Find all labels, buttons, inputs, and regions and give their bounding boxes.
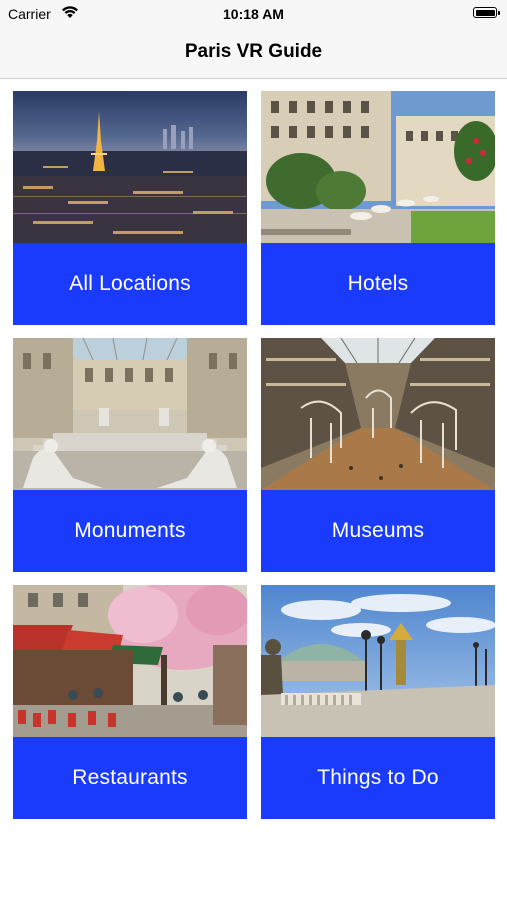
tile-label-box: Monuments (13, 490, 247, 572)
battery-icon (473, 7, 500, 18)
tile-label-box: Restaurants (13, 737, 247, 819)
cafe-terrace-cherry-blossom-photo (13, 585, 247, 737)
tile-label: All Locations (69, 272, 191, 295)
category-tile-hotels[interactable]: Hotels (261, 91, 495, 325)
category-tile-monuments[interactable]: Monuments (13, 338, 247, 572)
tile-label-box: Museums (261, 490, 495, 572)
tile-label: Hotels (347, 272, 409, 295)
category-tile-museums[interactable]: Museums (261, 338, 495, 572)
category-tile-restaurants[interactable]: Restaurants (13, 585, 247, 819)
tile-label: Restaurants (72, 766, 188, 789)
category-tile-all-locations[interactable]: All Locations (13, 91, 247, 325)
page-title: Paris VR Guide (184, 41, 323, 62)
tile-label-box: All Locations (13, 243, 247, 325)
paris-eiffel-tower-night-photo (13, 91, 247, 243)
navigation-bar: Paris VR Guide (0, 28, 507, 79)
category-tile-things-to-do[interactable]: Things to Do (261, 585, 495, 819)
tile-label: Things to Do (317, 766, 439, 789)
tile-label: Monuments (74, 519, 186, 542)
status-time: 10:18 AM (223, 6, 284, 22)
hotel-courtyard-photo (261, 91, 495, 243)
status-bar: Carrier 10:18 AM (0, 0, 507, 28)
louvre-sculpture-court-photo (13, 338, 247, 490)
natural-history-gallery-photo (261, 338, 495, 490)
tile-label: Museums (331, 519, 425, 542)
pont-alexandre-iii-photo (261, 585, 495, 737)
tile-label-box: Things to Do (261, 737, 495, 819)
tile-label-box: Hotels (261, 243, 495, 325)
